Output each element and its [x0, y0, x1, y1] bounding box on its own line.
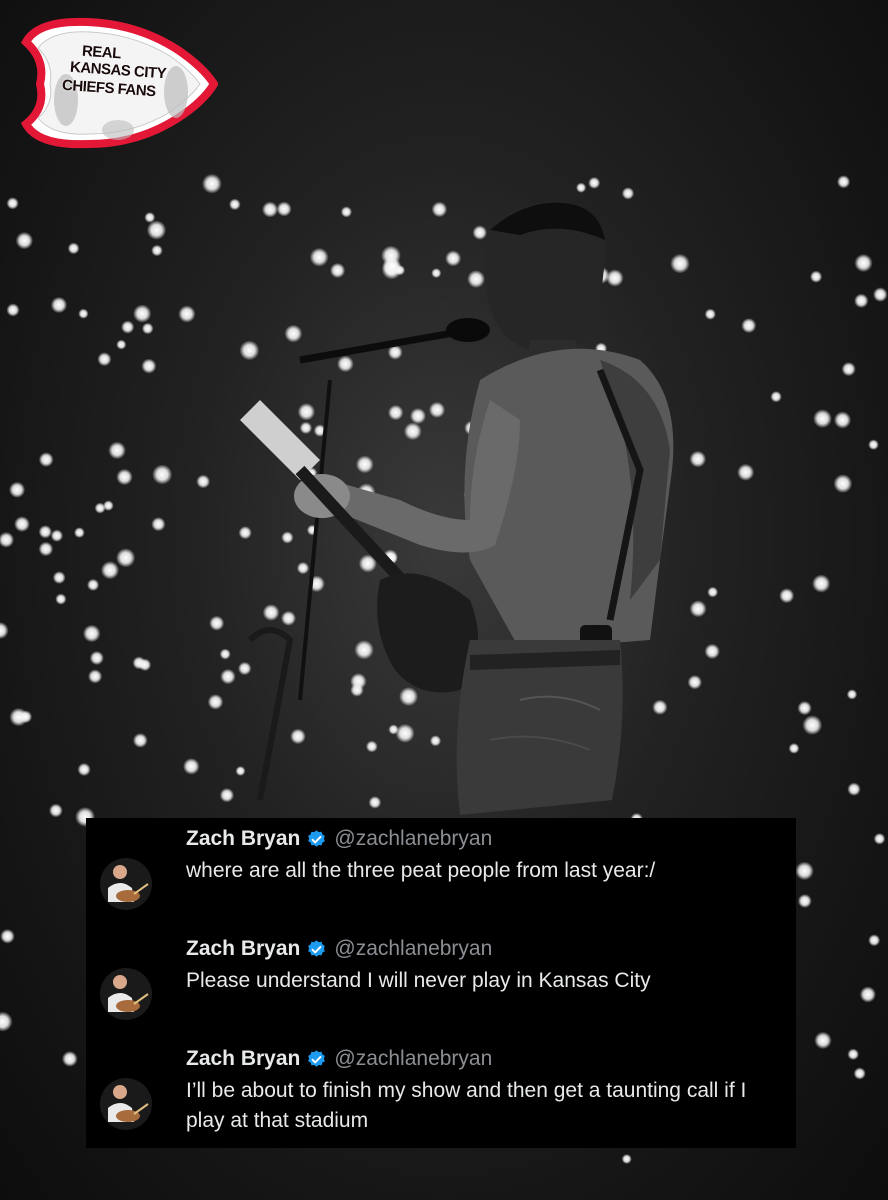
tweet-3: Zach Bryan @zachlanebryan I’ll be about … — [86, 1038, 796, 1143]
avatar-image-icon — [108, 1085, 149, 1122]
tweet-author: Zach Bryan @zachlanebryan — [186, 934, 492, 964]
verified-badge-icon — [308, 1049, 326, 1067]
avatar[interactable] — [100, 968, 152, 1020]
author-name[interactable]: Zach Bryan — [186, 827, 300, 851]
verified-badge-icon — [308, 829, 326, 847]
verified-badge-icon — [308, 939, 326, 957]
author-handle[interactable]: @zachlanebryan — [334, 827, 492, 851]
concert-photo-background: REAL KANSAS CITY CHIEFS FANS Zach Bryan — [0, 0, 888, 1200]
tweet-1: Zach Bryan @zachlanebryan where are all … — [86, 818, 796, 923]
tweet-screenshots-panel: Zach Bryan @zachlanebryan where are all … — [86, 818, 796, 1148]
avatar-image-icon — [108, 975, 149, 1012]
author-handle[interactable]: @zachlanebryan — [334, 1047, 492, 1071]
avatar-image-icon — [108, 865, 149, 902]
tweet-text: where are all the three peat people from… — [186, 859, 656, 882]
tweet-author: Zach Bryan @zachlanebryan — [186, 1044, 492, 1074]
tweet-author: Zach Bryan @zachlanebryan — [186, 824, 492, 854]
author-name[interactable]: Zach Bryan — [186, 1047, 300, 1071]
tweet-2: Zach Bryan @zachlanebryan Please underst… — [86, 928, 796, 1033]
avatar[interactable] — [100, 858, 152, 910]
real-kansas-city-chiefs-fans-logo: REAL KANSAS CITY CHIEFS FANS — [18, 12, 219, 152]
avatar[interactable] — [100, 1078, 152, 1130]
tweet-text: Please understand I will never play in K… — [186, 969, 651, 992]
author-handle[interactable]: @zachlanebryan — [334, 937, 492, 961]
author-name[interactable]: Zach Bryan — [186, 937, 300, 961]
tweet-text: I’ll be about to finish my show and then… — [186, 1079, 747, 1132]
